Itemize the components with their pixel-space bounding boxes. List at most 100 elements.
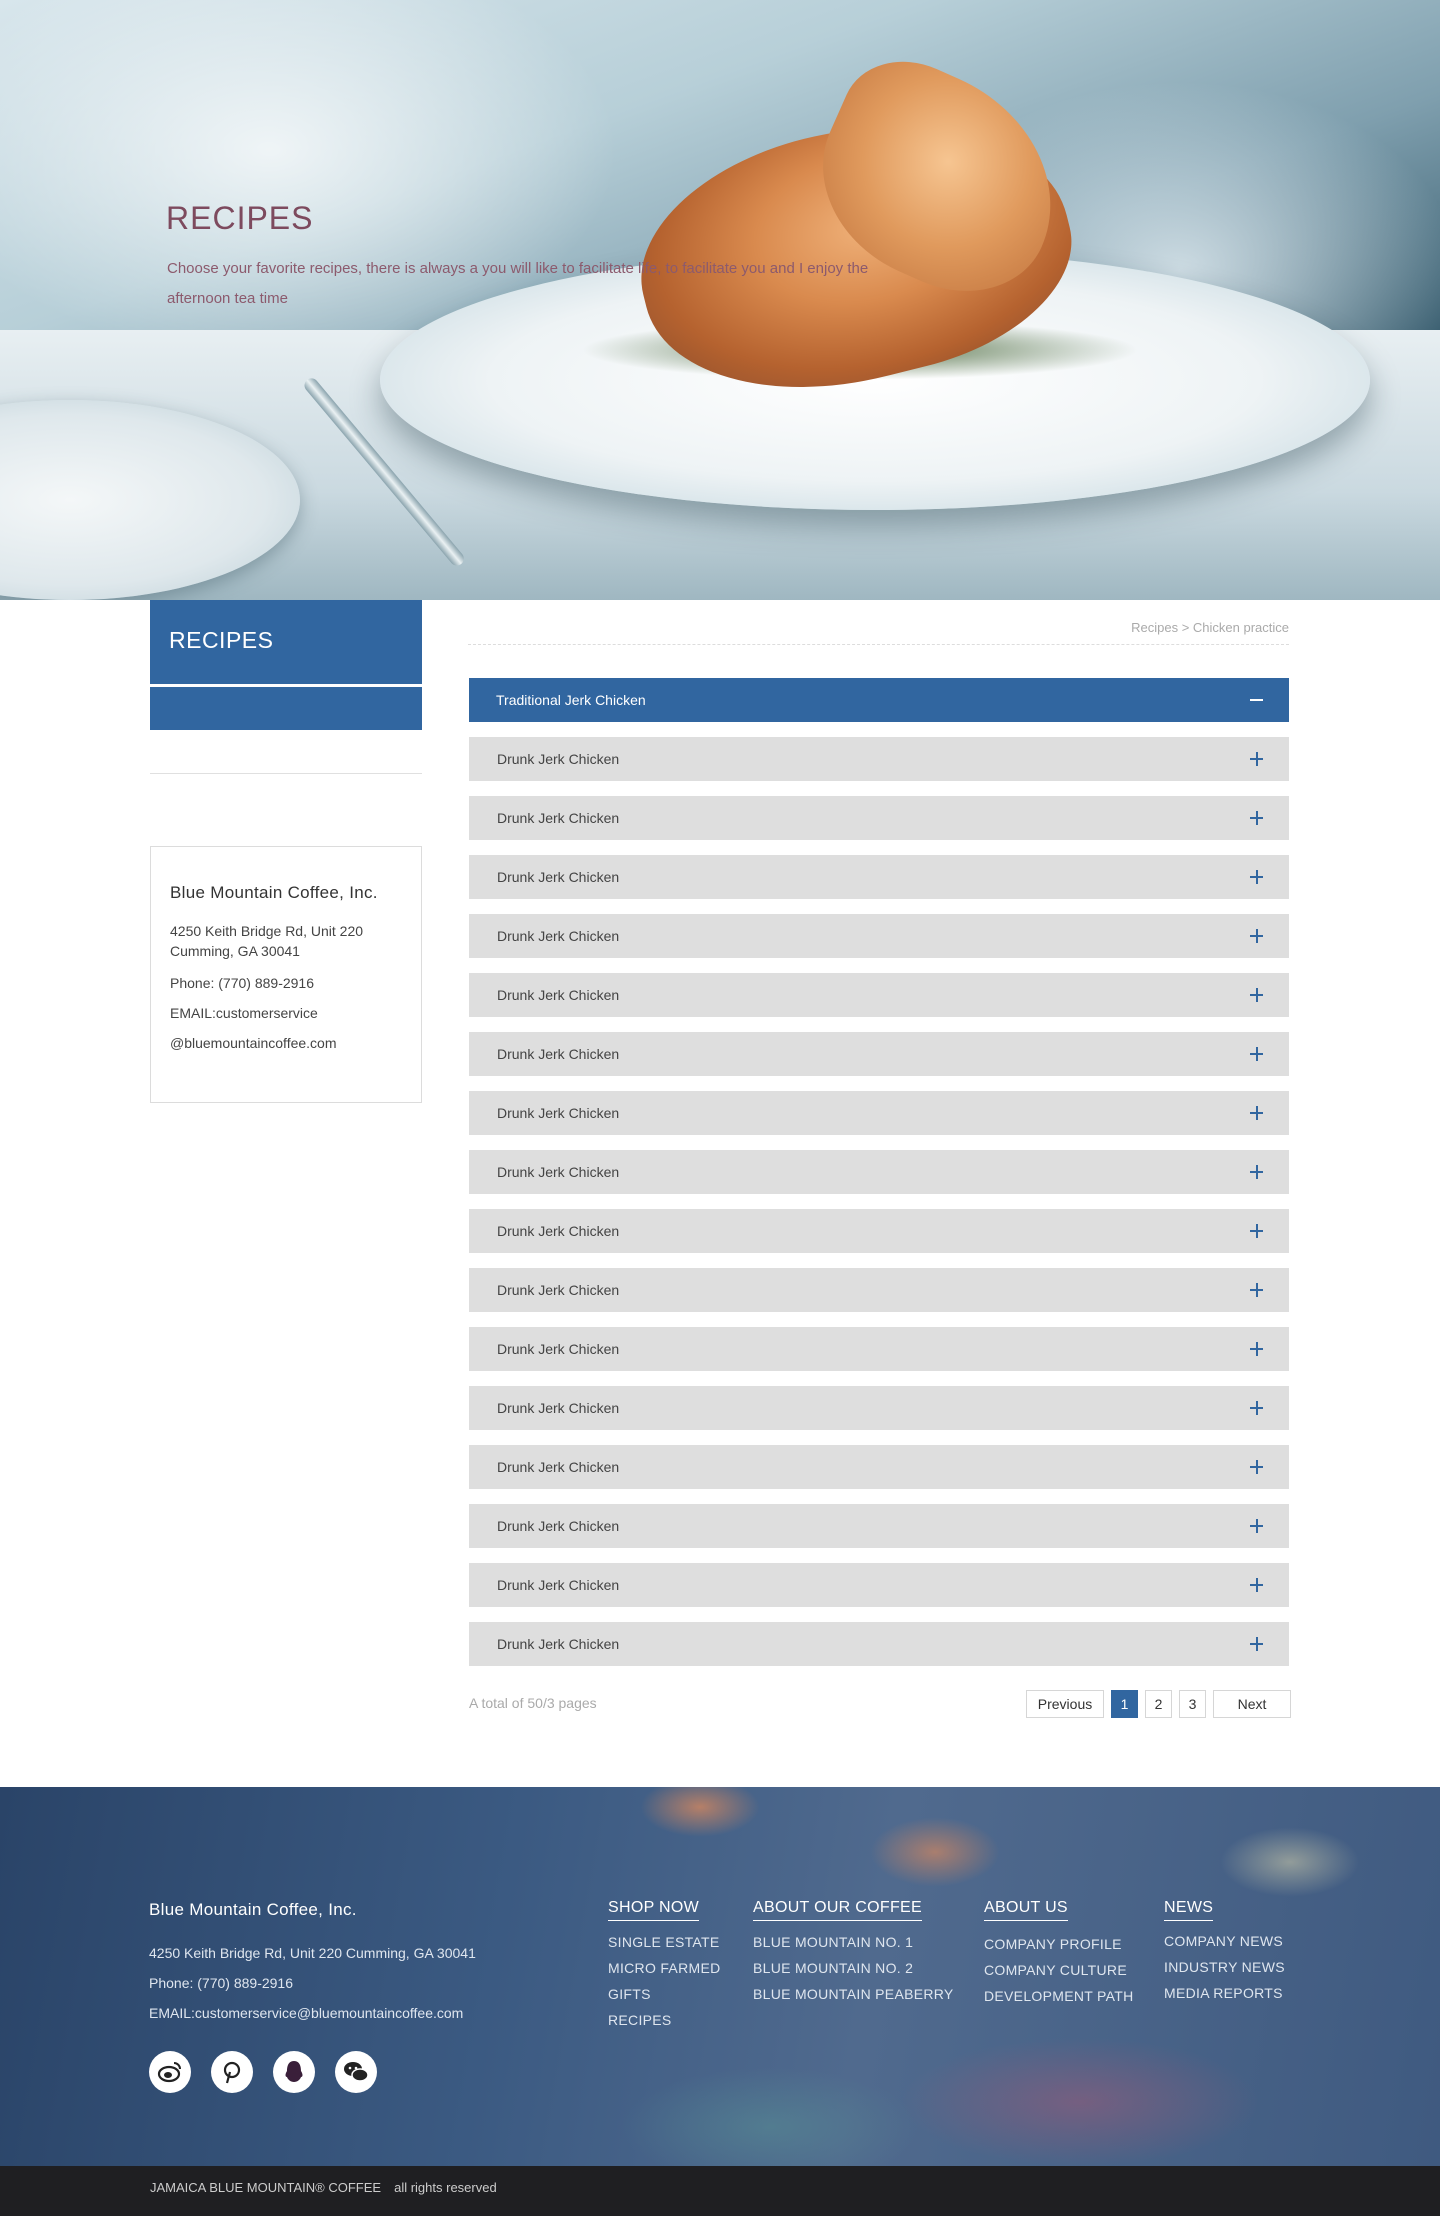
sidebar-title: RECIPES bbox=[150, 600, 422, 684]
footer-link[interactable]: DEVELOPMENT PATH bbox=[984, 1988, 1134, 2004]
footer-column-news: NEWS COMPANY NEWS INDUSTRY NEWS MEDIA RE… bbox=[1164, 1899, 1285, 2001]
footer-column-heading[interactable]: ABOUT US bbox=[984, 1899, 1068, 1921]
accordion-item[interactable]: Drunk Jerk Chicken bbox=[469, 796, 1289, 840]
footer-address: 4250 Keith Bridge Rd, Unit 220 Cumming, … bbox=[149, 1945, 476, 1961]
accordion-item-label: Drunk Jerk Chicken bbox=[497, 1459, 620, 1475]
weibo-icon[interactable] bbox=[149, 2051, 191, 2093]
accordion-item[interactable]: Traditional Jerk Chicken bbox=[469, 678, 1289, 722]
breadcrumb[interactable]: Recipes > Chicken practice bbox=[468, 620, 1289, 635]
accordion-item[interactable]: Drunk Jerk Chicken bbox=[469, 1622, 1289, 1666]
footer-column-heading[interactable]: NEWS bbox=[1164, 1899, 1214, 1921]
sidebar-menu-item[interactable] bbox=[150, 687, 422, 730]
plus-icon[interactable] bbox=[1249, 1268, 1265, 1312]
footer-light bbox=[900, 2037, 1260, 2166]
footer-link[interactable]: COMPANY PROFILE bbox=[984, 1936, 1134, 1952]
accordion-item[interactable]: Drunk Jerk Chicken bbox=[469, 1150, 1289, 1194]
footer-link[interactable]: SINGLE ESTATE bbox=[608, 1934, 721, 1950]
accordion-item-label: Drunk Jerk Chicken bbox=[497, 987, 620, 1003]
plus-icon[interactable] bbox=[1249, 737, 1265, 781]
accordion-item-label: Drunk Jerk Chicken bbox=[497, 928, 620, 944]
sidebar-divider bbox=[150, 773, 422, 774]
breadcrumb-divider bbox=[468, 644, 1289, 645]
accordion-item[interactable]: Drunk Jerk Chicken bbox=[469, 1209, 1289, 1253]
accordion-item[interactable]: Drunk Jerk Chicken bbox=[469, 737, 1289, 781]
plus-icon[interactable] bbox=[1249, 1622, 1265, 1666]
footer-phone: Phone: (770) 889-2916 bbox=[149, 1975, 293, 1991]
footer-column-heading[interactable]: SHOP NOW bbox=[608, 1899, 700, 1921]
accordion-item-label: Drunk Jerk Chicken bbox=[497, 1577, 620, 1593]
accordion-item[interactable]: Drunk Jerk Chicken bbox=[469, 914, 1289, 958]
contact-email-line2: @bluemountaincoffee.com bbox=[170, 1035, 337, 1051]
copyright-rights: all rights reserved bbox=[394, 2180, 497, 2195]
footer-link[interactable]: COMPANY CULTURE bbox=[984, 1962, 1134, 1978]
contact-email-line1: EMAIL:customerservice bbox=[170, 1005, 318, 1021]
footer-light bbox=[640, 1787, 760, 1837]
footer-column-heading[interactable]: ABOUT OUR COFFEE bbox=[753, 1899, 922, 1921]
accordion-item[interactable]: Drunk Jerk Chicken bbox=[469, 1091, 1289, 1135]
pagination: Previous 1 2 3 Next bbox=[1026, 1690, 1291, 1718]
accordion-item[interactable]: Drunk Jerk Chicken bbox=[469, 1563, 1289, 1607]
wechat-icon[interactable] bbox=[335, 2051, 377, 2093]
footer-light bbox=[1220, 1827, 1360, 1897]
plus-icon[interactable] bbox=[1249, 1504, 1265, 1548]
plus-icon[interactable] bbox=[1249, 1445, 1265, 1489]
accordion-item-label: Drunk Jerk Chicken bbox=[497, 1046, 620, 1062]
copyright-bar: JAMAICA BLUE MOUNTAIN® COFFEE all rights … bbox=[0, 2166, 1440, 2216]
plus-icon[interactable] bbox=[1249, 973, 1265, 1017]
copyright-brand: JAMAICA BLUE MOUNTAIN® COFFEE bbox=[150, 2180, 382, 2195]
plus-icon[interactable] bbox=[1249, 1091, 1265, 1135]
accordion-item[interactable]: Drunk Jerk Chicken bbox=[469, 1504, 1289, 1548]
footer-link[interactable]: BLUE MOUNTAIN PEABERRY bbox=[753, 1986, 954, 2002]
page-3-button[interactable]: 3 bbox=[1179, 1690, 1206, 1718]
accordion-item-label: Drunk Jerk Chicken bbox=[497, 751, 620, 767]
footer-link[interactable]: INDUSTRY NEWS bbox=[1164, 1959, 1285, 1975]
accordion-item-label: Drunk Jerk Chicken bbox=[497, 1400, 620, 1416]
footer-light bbox=[620, 2067, 920, 2166]
plus-icon[interactable] bbox=[1249, 914, 1265, 958]
accordion-item[interactable]: Drunk Jerk Chicken bbox=[469, 1386, 1289, 1430]
social-links bbox=[149, 2051, 377, 2093]
plus-icon[interactable] bbox=[1249, 796, 1265, 840]
accordion-item-label: Drunk Jerk Chicken bbox=[497, 1164, 620, 1180]
footer-link[interactable]: BLUE MOUNTAIN NO. 2 bbox=[753, 1960, 954, 1976]
accordion-item[interactable]: Drunk Jerk Chicken bbox=[469, 1445, 1289, 1489]
plus-icon[interactable] bbox=[1249, 1209, 1265, 1253]
accordion-item[interactable]: Drunk Jerk Chicken bbox=[469, 1032, 1289, 1076]
plus-icon[interactable] bbox=[1249, 1032, 1265, 1076]
footer-light bbox=[870, 1817, 1000, 1887]
accordion-item[interactable]: Drunk Jerk Chicken bbox=[469, 1268, 1289, 1312]
plus-icon[interactable] bbox=[1249, 855, 1265, 899]
page-2-button[interactable]: 2 bbox=[1145, 1690, 1172, 1718]
footer-link[interactable]: MEDIA REPORTS bbox=[1164, 1985, 1285, 2001]
contact-phone: Phone: (770) 889-2916 bbox=[170, 975, 314, 991]
page-1-button[interactable]: 1 bbox=[1111, 1690, 1138, 1718]
minus-icon[interactable] bbox=[1249, 678, 1265, 722]
previous-page-button[interactable]: Previous bbox=[1026, 1690, 1104, 1718]
accordion-item-label: Drunk Jerk Chicken bbox=[497, 1223, 620, 1239]
contact-box: Blue Mountain Coffee, Inc. 4250 Keith Br… bbox=[150, 846, 422, 1103]
footer-column-shop-now: SHOP NOW SINGLE ESTATE MICRO FARMED GIFT… bbox=[608, 1899, 721, 2028]
footer-link[interactable]: GIFTS bbox=[608, 1986, 721, 2002]
plus-icon[interactable] bbox=[1249, 1563, 1265, 1607]
pinterest-icon[interactable] bbox=[211, 2051, 253, 2093]
recipe-accordion: Traditional Jerk Chicken Drunk Jerk Chic… bbox=[469, 678, 1289, 1681]
footer-link[interactable]: COMPANY NEWS bbox=[1164, 1933, 1285, 1949]
accordion-item-label: Drunk Jerk Chicken bbox=[497, 1518, 620, 1534]
plus-icon[interactable] bbox=[1249, 1386, 1265, 1430]
footer-link[interactable]: BLUE MOUNTAIN NO. 1 bbox=[753, 1934, 954, 1950]
footer-link[interactable]: RECIPES bbox=[608, 2012, 721, 2028]
plus-icon[interactable] bbox=[1249, 1327, 1265, 1371]
accordion-item[interactable]: Drunk Jerk Chicken bbox=[469, 973, 1289, 1017]
hero-title: RECIPES bbox=[166, 200, 314, 236]
qq-icon[interactable] bbox=[273, 2051, 315, 2093]
accordion-item-label: Drunk Jerk Chicken bbox=[497, 869, 620, 885]
plus-icon[interactable] bbox=[1249, 1150, 1265, 1194]
accordion-item-label: Drunk Jerk Chicken bbox=[497, 1636, 620, 1652]
footer-link[interactable]: MICRO FARMED bbox=[608, 1960, 721, 1976]
accordion-item-label: Drunk Jerk Chicken bbox=[497, 1282, 620, 1298]
accordion-item[interactable]: Drunk Jerk Chicken bbox=[469, 855, 1289, 899]
next-page-button[interactable]: Next bbox=[1213, 1690, 1291, 1718]
contact-address-line2: Cumming, GA 30041 bbox=[170, 943, 300, 959]
footer-column-about-us: ABOUT US COMPANY PROFILE COMPANY CULTURE… bbox=[984, 1899, 1134, 2004]
accordion-item[interactable]: Drunk Jerk Chicken bbox=[469, 1327, 1289, 1371]
